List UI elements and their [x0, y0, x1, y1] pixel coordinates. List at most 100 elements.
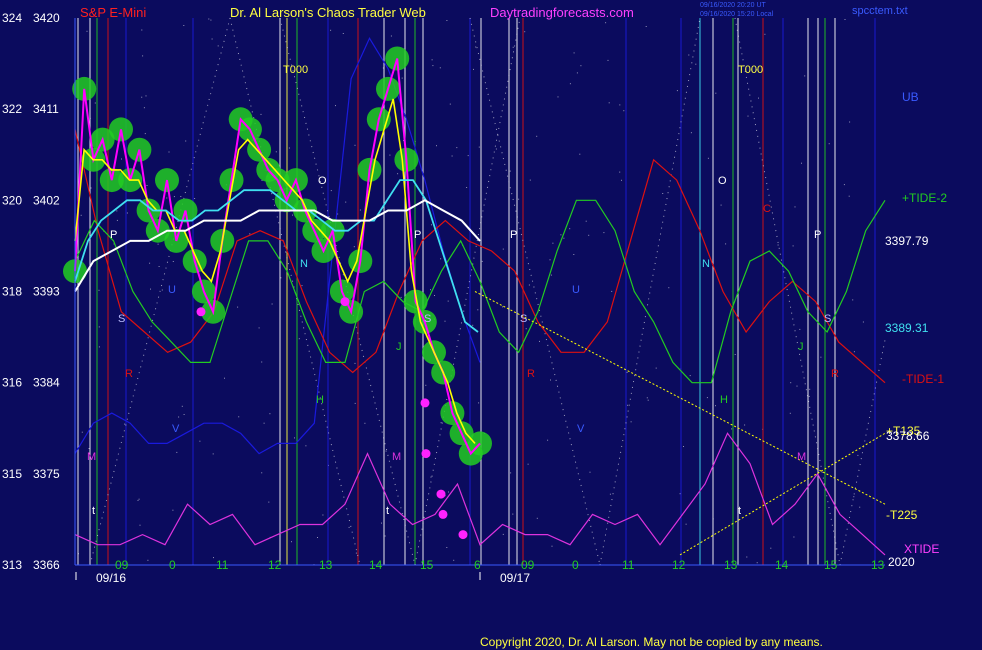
star-dot: [291, 541, 292, 543]
event-marker: S: [824, 313, 831, 325]
x-hour-label: 13: [871, 558, 885, 572]
star-dot: [645, 26, 647, 27]
star-dot: [271, 303, 273, 305]
event-marker: P: [414, 229, 421, 241]
x-hour-label: 14: [775, 558, 789, 572]
star-dot: [573, 52, 575, 54]
star-dot: [145, 95, 147, 97]
event-marker: U: [572, 284, 580, 296]
x-hour-label: 12: [268, 558, 282, 572]
star-dot: [611, 290, 613, 292]
star-dot: [472, 324, 474, 326]
star-dot: [161, 289, 163, 291]
star-dot: [529, 179, 531, 181]
star-dot: [857, 454, 859, 456]
star-dot: [81, 431, 83, 433]
star-dot: [799, 328, 801, 330]
star-dot: [804, 75, 806, 77]
x-year-label: 2020: [888, 555, 915, 569]
right-label-tide1: -TIDE-1: [902, 372, 944, 386]
star-dot: [183, 414, 185, 415]
star-dot: [194, 198, 196, 199]
star-dot: [580, 65, 582, 67]
star-dot: [213, 557, 214, 559]
star-dot: [849, 121, 851, 123]
star-dot: [734, 354, 736, 355]
star-dot: [431, 59, 433, 61]
star-dot: [348, 526, 350, 528]
star-dot: [126, 212, 128, 214]
event-marker: P: [814, 229, 821, 241]
star-dot: [524, 31, 526, 33]
event-marker: V: [172, 423, 180, 435]
star-dot: [364, 422, 366, 424]
star-dot: [552, 242, 554, 244]
star-dot: [853, 496, 855, 498]
star-dot: [390, 35, 392, 37]
event-marker: M: [797, 451, 806, 463]
event-marker: J: [396, 341, 402, 353]
star-dot: [605, 22, 607, 24]
star-dot: [208, 18, 210, 20]
star-dot: [330, 29, 332, 31]
timestamp-local: 09/16/2020 15:20 Local: [700, 11, 774, 18]
star-dot: [446, 20, 448, 21]
star-dot: [852, 299, 854, 301]
event-marker: P: [110, 229, 117, 241]
event-marker: H: [720, 394, 728, 406]
star-dot: [746, 556, 748, 558]
x-hour-label: 12: [672, 558, 686, 572]
y-tick-label-left: 320: [2, 193, 22, 207]
star-dot: [689, 375, 691, 377]
x-date-label: 09/17: [500, 571, 530, 585]
star-dot: [547, 439, 549, 441]
event-marker: R: [831, 368, 839, 380]
star-dot: [688, 54, 690, 56]
star-dot: [342, 33, 344, 34]
event-marker: R: [527, 368, 535, 380]
event-marker: T000: [738, 64, 763, 76]
chart: 324 3420 322 3411 320 3402 318 3393 316 3384 315 33…: [0, 0, 982, 650]
star-dot: [707, 157, 709, 159]
star-dot: [149, 262, 151, 264]
star-dot: [647, 399, 649, 401]
x-hour-label: 13: [319, 558, 333, 572]
star-dot: [446, 547, 448, 548]
star-dot: [400, 296, 402, 298]
star-dot: [168, 151, 170, 153]
star-dot: [563, 237, 565, 239]
star-dot: [695, 63, 697, 65]
star-dot: [292, 214, 293, 216]
event-marker: C: [763, 203, 771, 215]
star-dot: [478, 146, 480, 148]
star-dot: [263, 422, 265, 424]
star-dot: [607, 59, 609, 61]
site-link[interactable]: Daytradingforecasts.com: [490, 5, 634, 20]
star-dot: [121, 158, 122, 160]
star-dot: [790, 382, 792, 384]
star-dot: [444, 320, 446, 322]
star-dot: [261, 472, 263, 474]
event-marker: H: [316, 394, 324, 406]
star-dot: [249, 233, 251, 235]
star-dot: [579, 153, 581, 155]
star-dot: [217, 45, 219, 47]
star-dot: [158, 266, 160, 267]
chart-title: Dr. Al Larson's Chaos Trader Web: [230, 5, 426, 20]
star-dot: [502, 533, 504, 535]
event-marker: O: [718, 175, 727, 187]
star-dot: [258, 327, 260, 329]
star-dot: [853, 351, 855, 353]
x-date-label: 09/16: [96, 571, 126, 585]
star-dot: [330, 190, 332, 192]
star-dot: [527, 463, 529, 465]
turn-dot: [196, 307, 206, 317]
star-dot: [355, 552, 357, 554]
star-dot: [843, 184, 845, 186]
event-marker: J: [798, 341, 804, 353]
star-dot: [166, 197, 168, 199]
star-dot: [477, 309, 479, 311]
star-dot: [502, 306, 504, 308]
star-dot: [432, 65, 434, 67]
x-hour-label: 11: [622, 558, 635, 572]
